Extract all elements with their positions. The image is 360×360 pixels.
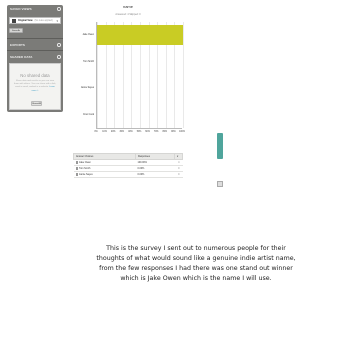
chart-subtitle: Answered: 4 Skipped: 0 xyxy=(115,13,141,16)
checkbox-icon[interactable] xyxy=(75,167,78,170)
saved-views-label: SAVED VIEWS xyxy=(10,7,32,11)
shared-data-header[interactable]: SHARED DATA xyxy=(7,53,63,61)
response-count: 0 xyxy=(174,171,183,178)
shared-data-label: SHARED DATA xyxy=(10,55,33,59)
checkbox-icon[interactable] xyxy=(75,161,78,164)
bar[interactable] xyxy=(97,25,183,46)
view-icon xyxy=(12,18,16,23)
exports-label: EXPORTS xyxy=(10,43,26,47)
collapse-icon[interactable] xyxy=(57,55,61,59)
divider xyxy=(7,38,63,39)
bar-chart-plot xyxy=(96,22,184,129)
divider xyxy=(7,50,63,51)
save-as-button[interactable]: Save As xyxy=(9,28,23,33)
x-tick-label: 100% xyxy=(179,131,185,133)
expand-icon[interactable] xyxy=(57,43,61,47)
shared-data-box: No shared data Share data and results so… xyxy=(9,63,61,110)
caption-text: This is the survey I sent out to numerou… xyxy=(96,245,296,282)
help-icon[interactable] xyxy=(217,181,223,187)
chevron-down-icon: ▾ xyxy=(56,18,58,23)
responses-table: Answer Choices Responses ▾ Jake Owen 100.… xyxy=(73,153,183,178)
feedback-tab[interactable] xyxy=(217,133,223,159)
view-note: (No rules applied) xyxy=(34,19,53,22)
view-name: Original View xyxy=(18,19,33,22)
y-tick-label: Fran Cook xyxy=(83,114,94,117)
collapse-icon[interactable] xyxy=(57,7,61,11)
exports-header[interactable]: EXPORTS xyxy=(7,41,63,49)
table-row: Jamie Sayes 0.00% 0 xyxy=(73,171,183,178)
saved-views-header[interactable]: SAVED VIEWS xyxy=(7,5,63,13)
sidebar-panel: SAVED VIEWS Original View (No rules appl… xyxy=(7,5,63,112)
share-all-button[interactable]: Share All xyxy=(31,101,42,106)
chart-title: name xyxy=(122,4,133,9)
y-tick-label: Jake Owen xyxy=(82,33,95,36)
answer-choice: Jamie Sayes xyxy=(73,171,136,178)
shared-description: Share data and results so you can view t… xyxy=(10,78,60,95)
gridline xyxy=(183,22,184,128)
y-tick-label: Jamie Sayes xyxy=(80,87,94,90)
response-percent: 0.00% xyxy=(135,171,175,178)
survey-results-screenshot: SAVED VIEWS Original View (No rules appl… xyxy=(0,0,225,190)
checkbox-icon[interactable] xyxy=(75,173,78,176)
y-tick-label: Tom Smith xyxy=(83,60,94,63)
view-selector[interactable]: Original View (No rules applied) ▾ xyxy=(9,17,61,24)
